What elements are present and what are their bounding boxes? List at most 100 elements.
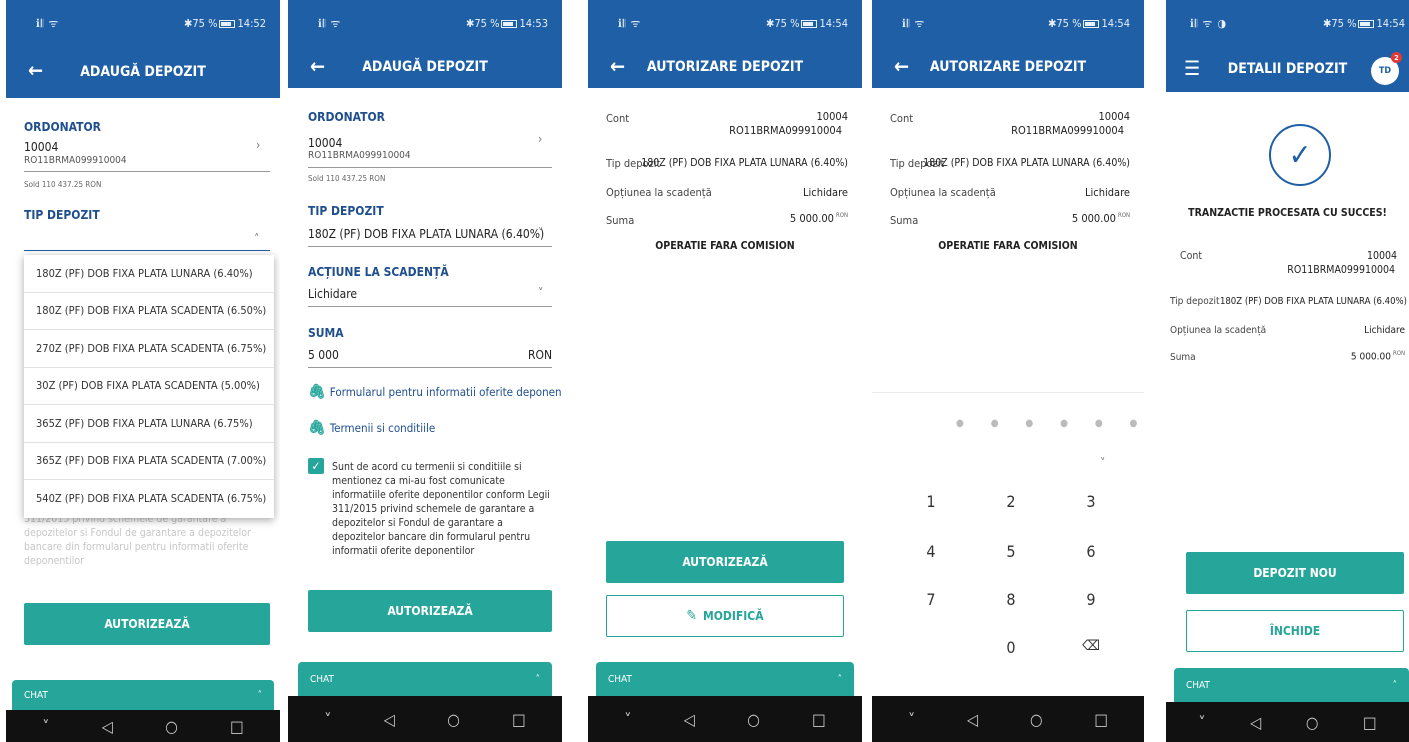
chevron-right-icon[interactable]: ›: [256, 138, 260, 152]
dropdown-option[interactable]: 30Z (PF) DOB FIXA PLATA SCADENTA (5.00%): [24, 368, 274, 405]
new-deposit-button[interactable]: DEPOZIT NOU: [1186, 552, 1404, 594]
status-bar: ℹ𝄃 ᯤ ✱75 % 14:53: [288, 0, 562, 46]
key-4[interactable]: 4: [916, 542, 946, 561]
backspace-icon[interactable]: ⌫: [1076, 638, 1106, 654]
key-7[interactable]: 7: [916, 590, 946, 609]
authorize-button[interactable]: AUTORIZEAZĂ: [606, 541, 844, 583]
chevron-up-icon: ˄: [535, 673, 541, 685]
page-title: AUTORIZARE DEPOZIT: [929, 59, 1087, 75]
chevron-down-icon[interactable]: ˅: [538, 226, 543, 240]
nav-recent-icon[interactable]: □: [812, 710, 826, 729]
dropdown-option[interactable]: 540Z (PF) DOB FIXA PLATA SCADENTA (6.75%…: [24, 480, 274, 518]
account-label: Cont: [890, 112, 914, 125]
maturity-action-select[interactable]: Lichidare: [308, 287, 357, 301]
nav-back-icon[interactable]: ◁: [967, 710, 978, 729]
deposit-type-select[interactable]: 180Z (PF) DOB FIXA PLATA LUNARA (6.40%): [308, 227, 544, 241]
key-6[interactable]: 6: [1076, 542, 1106, 561]
info-form-link[interactable]: 🖇 Formularul pentru informatii oferite d…: [308, 384, 562, 400]
dropdown-option[interactable]: 180Z (PF) DOB FIXA PLATA LUNARA (6.40%): [24, 255, 274, 293]
chat-bar[interactable]: CHAT ˄: [12, 680, 274, 710]
chat-bar[interactable]: CHAT ˄: [596, 662, 854, 696]
nav-home-icon[interactable]: ○: [447, 710, 460, 729]
nav-collapse-icon[interactable]: ˅: [908, 710, 915, 729]
back-arrow-icon[interactable]: ←: [610, 54, 625, 78]
authorize-button[interactable]: AUTORIZEAZĂ: [24, 603, 270, 645]
back-arrow-icon[interactable]: ←: [310, 54, 325, 78]
close-button[interactable]: ÎNCHIDE: [1186, 610, 1404, 652]
menu-icon[interactable]: ☰: [1184, 56, 1200, 80]
chevron-up-icon: ˄: [1392, 679, 1398, 691]
amount-currency: RON: [528, 348, 553, 362]
battery-icon: [219, 19, 236, 28]
nav-back-icon[interactable]: ◁: [1250, 713, 1261, 732]
page-title: ADAUGĂ DEPOZIT: [362, 59, 488, 75]
maturity-action-label: ACȚIUNE LA SCADENȚĂ: [308, 265, 449, 279]
key-0[interactable]: 0: [996, 638, 1026, 657]
chat-label: CHAT: [1186, 679, 1210, 691]
account-balance: Sold 110 437.25 RON: [24, 180, 102, 189]
status-bar: ℹ𝄃 ᯤ ✱75 % 14:52: [6, 0, 280, 46]
amount-label: Suma: [1170, 352, 1196, 363]
nav-home-icon[interactable]: ○: [747, 710, 760, 729]
terms-checkbox[interactable]: ✓: [308, 458, 324, 474]
modify-button[interactable]: ✎ MODIFICĂ: [606, 595, 844, 637]
nav-recent-icon[interactable]: □: [512, 710, 526, 729]
account-number[interactable]: 10004: [308, 136, 342, 150]
key-1[interactable]: 1: [916, 492, 946, 511]
amount-input[interactable]: 5 000: [308, 348, 339, 362]
dropdown-option[interactable]: 365Z (PF) DOB FIXA PLATA LUNARA (6.75%): [24, 405, 274, 443]
nav-back-icon[interactable]: ◁: [384, 710, 395, 729]
maturity-option-label: Opțiunea la scadență: [890, 186, 996, 199]
nav-back-icon[interactable]: ◁: [102, 717, 113, 736]
deposit-type-underline: [24, 250, 270, 251]
account-number[interactable]: 10004: [24, 140, 58, 154]
nav-recent-icon[interactable]: □: [1363, 713, 1377, 732]
account-underline: [24, 171, 270, 172]
nav-collapse-icon[interactable]: ˅: [324, 710, 331, 729]
nav-home-icon[interactable]: ○: [1030, 710, 1043, 729]
signal-icon: ℹ𝄃 ᯤ ◑: [1190, 16, 1228, 30]
screen-add-deposit-dropdown: ℹ𝄃 ᯤ ✱75 % 14:52 ← ADAUGĂ DEPOZIT ORDONAT…: [6, 0, 280, 742]
nav-home-icon[interactable]: ○: [1306, 713, 1319, 732]
nav-back-icon[interactable]: ◁: [684, 710, 695, 729]
nav-home-icon[interactable]: ○: [165, 717, 178, 736]
nav-collapse-icon[interactable]: ˅: [42, 717, 49, 736]
chevron-up-icon[interactable]: ˄: [254, 232, 259, 246]
dropdown-option[interactable]: 270Z (PF) DOB FIXA PLATA SCADENTA (6.75%…: [24, 330, 274, 368]
pencil-icon: ✎: [686, 608, 697, 624]
nav-recent-icon[interactable]: □: [230, 717, 244, 736]
signal-icon: ℹ𝄃 ᯤ: [902, 16, 926, 30]
key-3[interactable]: 3: [1076, 492, 1106, 511]
key-8[interactable]: 8: [996, 590, 1026, 609]
chevron-down-icon[interactable]: ˅: [1100, 456, 1105, 470]
authorize-button[interactable]: AUTORIZEAZĂ: [308, 590, 552, 632]
status-right: ✱75 % 14:54: [1048, 16, 1130, 30]
key-9[interactable]: 9: [1076, 590, 1106, 609]
nav-collapse-icon[interactable]: ˅: [624, 710, 631, 729]
key-5[interactable]: 5: [996, 542, 1026, 561]
terms-link[interactable]: 🖇 Termenii si conditiile: [308, 420, 435, 436]
dropdown-option[interactable]: 365Z (PF) DOB FIXA PLATA SCADENTA (7.00%…: [24, 443, 274, 480]
chevron-right-icon[interactable]: ›: [538, 132, 542, 146]
nav-collapse-icon[interactable]: ˅: [1198, 713, 1205, 732]
deposit-type-value: 180Z (PF) DOB FIXA PLATA LUNARA (6.40%): [1219, 296, 1407, 307]
chat-bar[interactable]: CHAT ˄: [1174, 668, 1409, 702]
chevron-down-icon[interactable]: ˅: [538, 286, 543, 300]
system-nav-bar: ˅ ◁ ○ □: [288, 696, 562, 742]
signal-icon: ℹ𝄃 ᯤ: [318, 16, 342, 30]
maturity-option-label: Opțiunea la scadență: [606, 186, 712, 199]
system-nav-bar: ˅ ◁ ○ □: [6, 710, 280, 742]
notification-badge: 2: [1391, 52, 1402, 63]
back-arrow-icon[interactable]: ←: [28, 58, 43, 82]
maturity-option-value: Lichidare: [803, 186, 848, 199]
chat-bar[interactable]: CHAT ˄: [298, 662, 552, 696]
dropdown-option[interactable]: 180Z (PF) DOB FIXA PLATA SCADENTA (6.50%…: [24, 293, 274, 330]
paperclip-icon: 🖇: [308, 384, 326, 400]
back-arrow-icon[interactable]: ←: [894, 54, 909, 78]
key-2[interactable]: 2: [996, 492, 1026, 511]
maturity-option-value: Lichidare: [1085, 186, 1130, 199]
nav-recent-icon[interactable]: □: [1094, 710, 1108, 729]
account-label: Cont: [606, 112, 630, 125]
screen-authorize-deposit: ℹ𝄃 ᯤ ✱75 % 14:54 ← AUTORIZARE DEPOZIT Con…: [588, 0, 862, 742]
maturity-option-value: Lichidare: [1364, 325, 1405, 336]
